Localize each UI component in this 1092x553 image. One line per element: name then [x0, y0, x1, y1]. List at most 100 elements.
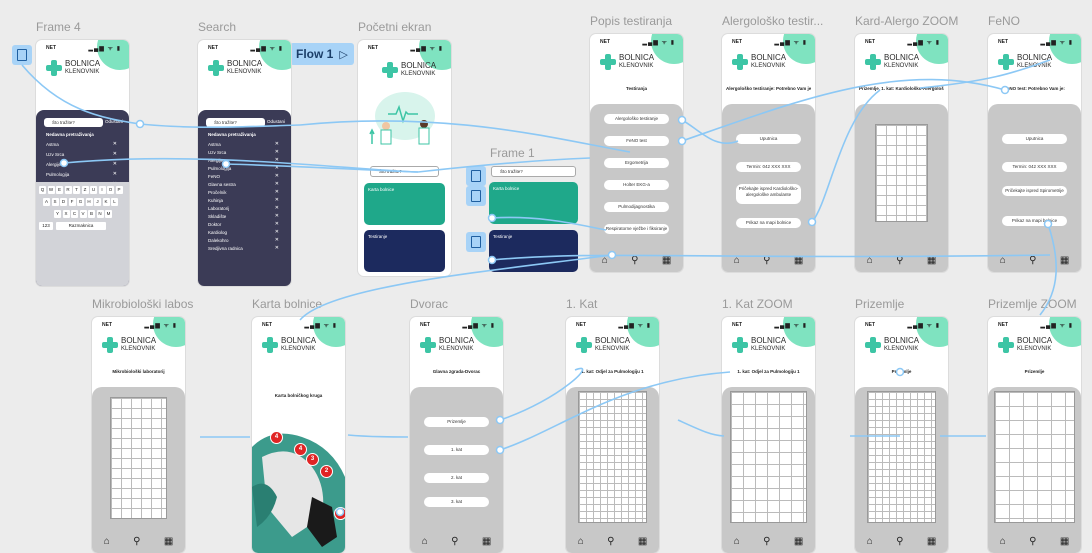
remove-icon[interactable]: ✕ — [275, 173, 279, 179]
search-input[interactable]: Što tražite? — [491, 166, 576, 177]
keyboard-key[interactable]: P — [115, 186, 123, 194]
search-icon[interactable]: ⚲ — [763, 536, 770, 547]
floor-plan-map[interactable] — [875, 124, 928, 222]
keyboard-key[interactable]: J — [94, 198, 101, 206]
keyboard-key[interactable]: W — [47, 186, 55, 194]
remove-icon[interactable]: ✕ — [275, 165, 279, 171]
map-icon[interactable]: ▦ — [662, 255, 671, 266]
keyboard-key[interactable]: Y — [54, 210, 61, 218]
frame-kard-zoom[interactable]: NET ▂▄▆ ᯤ ▮ BOLNICA KLENOVNIK Prizemlje, … — [855, 34, 948, 272]
remove-icon[interactable]: ✕ — [113, 151, 117, 157]
remove-icon[interactable]: ✕ — [275, 221, 279, 227]
remove-icon[interactable]: ✕ — [275, 141, 279, 147]
map-pin[interactable]: 1 — [334, 507, 345, 520]
test-item-button[interactable]: Alergološko testiranje — [604, 114, 669, 124]
keyboard-key[interactable]: H — [85, 198, 93, 206]
flow-start-button-4[interactable] — [466, 232, 486, 252]
home-icon[interactable]: ⌂ — [578, 536, 584, 547]
map-icon[interactable]: ▦ — [638, 536, 647, 547]
frame-label-frame4[interactable]: Frame 4 — [36, 20, 81, 34]
keyboard-key[interactable]: U — [90, 186, 97, 194]
remove-icon[interactable]: ✕ — [275, 157, 279, 163]
remove-icon[interactable]: ✕ — [275, 229, 279, 235]
recent-item[interactable]: Sredjivna radnica — [208, 246, 243, 251]
keyboard[interactable]: Q W E R T Z U I O P A S D F G H J K L Y X C V B N M 123 Razmaknica — [36, 182, 129, 286]
keyboard-key[interactable]: D — [60, 198, 67, 206]
recent-item[interactable]: Doktor — [208, 222, 221, 227]
home-icon[interactable]: ⌂ — [104, 536, 110, 547]
frame-label-mikro[interactable]: Mikrobiološki labos — [92, 297, 193, 311]
keyboard-space-key[interactable]: Razmaknica — [56, 222, 106, 230]
frame-label-prizemlje-zoom[interactable]: Prizemlje ZOOM — [988, 297, 1077, 311]
floor-button-3-kat[interactable]: 3. kat — [424, 497, 489, 507]
flow1-button[interactable]: Flow 1 ▷ — [290, 43, 354, 65]
flow-start-button[interactable] — [12, 45, 32, 65]
map-icon[interactable]: ▦ — [794, 536, 803, 547]
recent-item[interactable]: Pulmologija — [46, 172, 69, 177]
card-testiranje[interactable]: Testiranje — [364, 230, 445, 272]
home-icon[interactable]: ⌂ — [867, 255, 873, 266]
search-icon[interactable]: ⚲ — [763, 255, 770, 266]
recent-item[interactable]: FeNO — [208, 174, 220, 179]
recent-item[interactable]: Uzv Srca — [46, 152, 64, 157]
map-icon[interactable]: ▦ — [1060, 255, 1069, 266]
frame-label-prizemlje[interactable]: Prizemlje — [855, 297, 904, 311]
frame-label-frame1[interactable]: Frame 1 — [490, 146, 535, 160]
test-item-button[interactable]: Holter EKG-a — [604, 180, 669, 190]
floor-button-1-kat[interactable]: 1. kat — [424, 445, 489, 455]
search-icon[interactable]: ⚲ — [451, 536, 458, 547]
remove-icon[interactable]: ✕ — [275, 181, 279, 187]
frame-label-karta[interactable]: Karta bolnice — [252, 297, 322, 311]
flow-start-button-2[interactable] — [466, 166, 486, 186]
keyboard-key[interactable]: B — [88, 210, 95, 218]
keyboard-key[interactable]: A — [43, 198, 50, 206]
map-icon[interactable]: ▦ — [164, 536, 173, 547]
frame-prizemlje[interactable]: NET ▂▄▆ ᯤ ▮ BOLNICA KLENOVNIK Prizemlje ⌂… — [855, 317, 948, 553]
recent-item[interactable]: Pulmologija — [208, 166, 231, 171]
search-icon[interactable]: ⚲ — [1029, 255, 1036, 266]
frame-label-home[interactable]: Početni ekran — [358, 20, 431, 34]
frame-home[interactable]: NET ▂▄▆ ᯤ ▮ BOLNICA KLENOVNIK Što tražite… — [358, 40, 451, 276]
recent-item[interactable]: Pročelnik — [208, 190, 227, 195]
frame-label-kat1-zoom[interactable]: 1. Kat ZOOM — [722, 297, 793, 311]
map-pin[interactable]: 3 — [306, 453, 319, 466]
cancel-button[interactable]: Odustani — [267, 119, 285, 124]
keyboard-key[interactable]: C — [71, 210, 78, 218]
floor-plan-map[interactable] — [730, 391, 807, 523]
recent-item[interactable]: Laboratorij — [208, 206, 229, 211]
keyboard-key[interactable]: G — [77, 198, 84, 206]
keyboard-key[interactable]: Q — [39, 186, 46, 194]
frame-mikro[interactable]: NET ▂▄▆ ᯤ ▮ BOLNICA KLENOVNIK Mikrobiološ… — [92, 317, 185, 553]
frame-label-dvorac[interactable]: Dvorac — [410, 297, 448, 311]
remove-icon[interactable]: ✕ — [275, 205, 279, 211]
keyboard-key[interactable]: L — [111, 198, 118, 206]
home-icon[interactable]: ⌂ — [422, 536, 428, 547]
floor-plan-map[interactable] — [578, 391, 647, 523]
frame-kat1-zoom[interactable]: NET ▂▄▆ ᯤ ▮ BOLNICA KLENOVNIK 1. kat: Odj… — [722, 317, 815, 553]
frame-label-search[interactable]: Search — [198, 20, 236, 34]
frame-prizemlje-zoom[interactable]: NET ▂▄▆ ᯤ ▮ BOLNICA KLENOVNIK Prizemlje ⌂… — [988, 317, 1081, 553]
keyboard-key[interactable]: R — [64, 186, 72, 194]
flow-start-button-3[interactable] — [466, 186, 486, 206]
test-item-button[interactable]: Ergometrija — [604, 158, 669, 168]
map-link-button[interactable]: Prikaz na mapi bolnice — [736, 218, 801, 228]
remove-icon[interactable]: ✕ — [275, 237, 279, 243]
map-link-button[interactable]: Prikaz na mapi bolnice — [1002, 216, 1067, 226]
recent-item[interactable]: Glavna sestra — [208, 182, 236, 187]
map-icon[interactable]: ▦ — [1060, 536, 1069, 547]
recent-item[interactable]: Skladište — [208, 214, 226, 219]
remove-icon[interactable]: ✕ — [275, 189, 279, 195]
search-icon[interactable]: ⚲ — [607, 536, 614, 547]
recent-item[interactable]: Alergije — [208, 158, 223, 163]
frame-popis[interactable]: NET ▂▄▆ ᯤ ▮ BOLNICA KLENOVNIK Testiranja … — [590, 34, 683, 272]
search-icon[interactable]: ⚲ — [631, 255, 638, 266]
card-karta-bolnice[interactable]: Karta bolnice — [364, 183, 445, 225]
remove-icon[interactable]: ✕ — [275, 213, 279, 219]
test-item-button[interactable]: FeNO test — [604, 136, 669, 146]
keyboard-key[interactable]: M — [105, 210, 112, 218]
keyboard-key[interactable]: I — [98, 186, 106, 194]
remove-icon[interactable]: ✕ — [113, 141, 117, 147]
campus-map[interactable] — [252, 417, 345, 553]
keyboard-key[interactable]: V — [79, 210, 87, 218]
remove-icon[interactable]: ✕ — [275, 149, 279, 155]
